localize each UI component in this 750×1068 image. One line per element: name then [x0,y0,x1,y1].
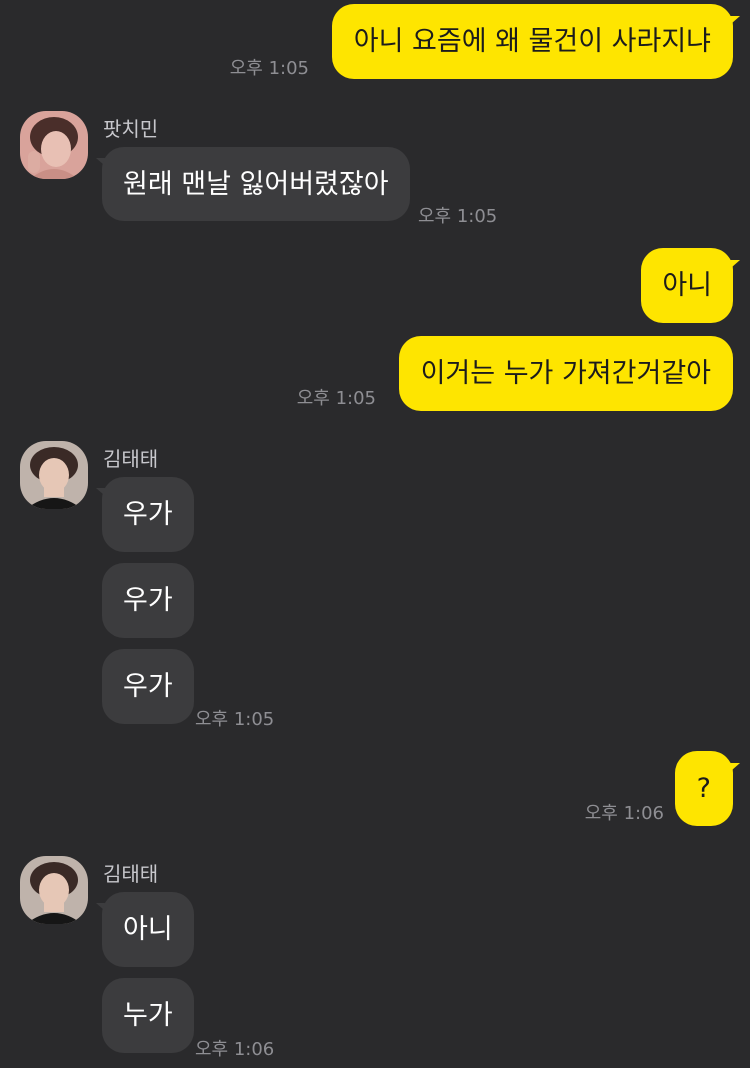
message-text: 아니 요즘에 왜 물건이 사라지냐 [353,26,711,57]
sender-name: 팟치민 [103,117,159,141]
message-text: 우가 [123,499,173,530]
message-text: 우가 [123,671,173,702]
message-bubble-incoming[interactable]: 우가 [102,477,194,552]
avatar-taehyung[interactable] [20,856,88,924]
avatar-jimin[interactable] [20,111,88,179]
avatar-taehyung[interactable] [20,441,88,509]
message-text: 이거는 누가 가져간거같아 [420,358,711,389]
message-bubble-incoming[interactable]: 우가 [102,563,194,638]
profile-photo [20,441,88,509]
message-timestamp: 오후 1:05 [296,388,376,409]
sender-name: 김태태 [103,447,159,471]
message-timestamp: 오후 1:05 [229,58,309,79]
sender-name: 김태태 [103,862,159,886]
message-bubble-incoming[interactable]: 우가 [102,649,194,724]
message-bubble-incoming[interactable]: 누가 [102,978,194,1053]
bubble-tail [724,763,740,777]
message-text: 아니 [123,914,173,945]
message-text: 아니 [662,270,712,301]
profile-photo [20,111,88,179]
message-text: ? [696,773,711,804]
bubble-tail [724,16,740,30]
message-bubble-incoming[interactable]: 원래 맨날 잃어버렸잖아 [102,147,410,221]
message-bubble-outgoing[interactable]: 아니 [641,248,733,323]
bubble-tail [724,260,740,274]
profile-photo [20,856,88,924]
message-timestamp: 오후 1:05 [195,709,275,730]
message-text: 원래 맨날 잃어버렸잖아 [123,168,389,200]
message-bubble-incoming[interactable]: 아니 [102,892,194,967]
message-timestamp: 오후 1:05 [418,206,498,227]
message-timestamp: 오후 1:06 [195,1039,275,1060]
message-bubble-outgoing[interactable]: 이거는 누가 가져간거같아 [398,336,733,411]
message-timestamp: 오후 1:06 [584,803,664,824]
message-text: 누가 [123,1000,173,1031]
message-bubble-outgoing[interactable]: 아니 요즘에 왜 물건이 사라지냐 [331,4,733,79]
chat-area[interactable]: 아니 요즘에 왜 물건이 사라지냐 오후 1:05 팟치민 원래 맨날 잃어버렸… [0,0,750,1068]
message-text: 우가 [123,585,173,616]
